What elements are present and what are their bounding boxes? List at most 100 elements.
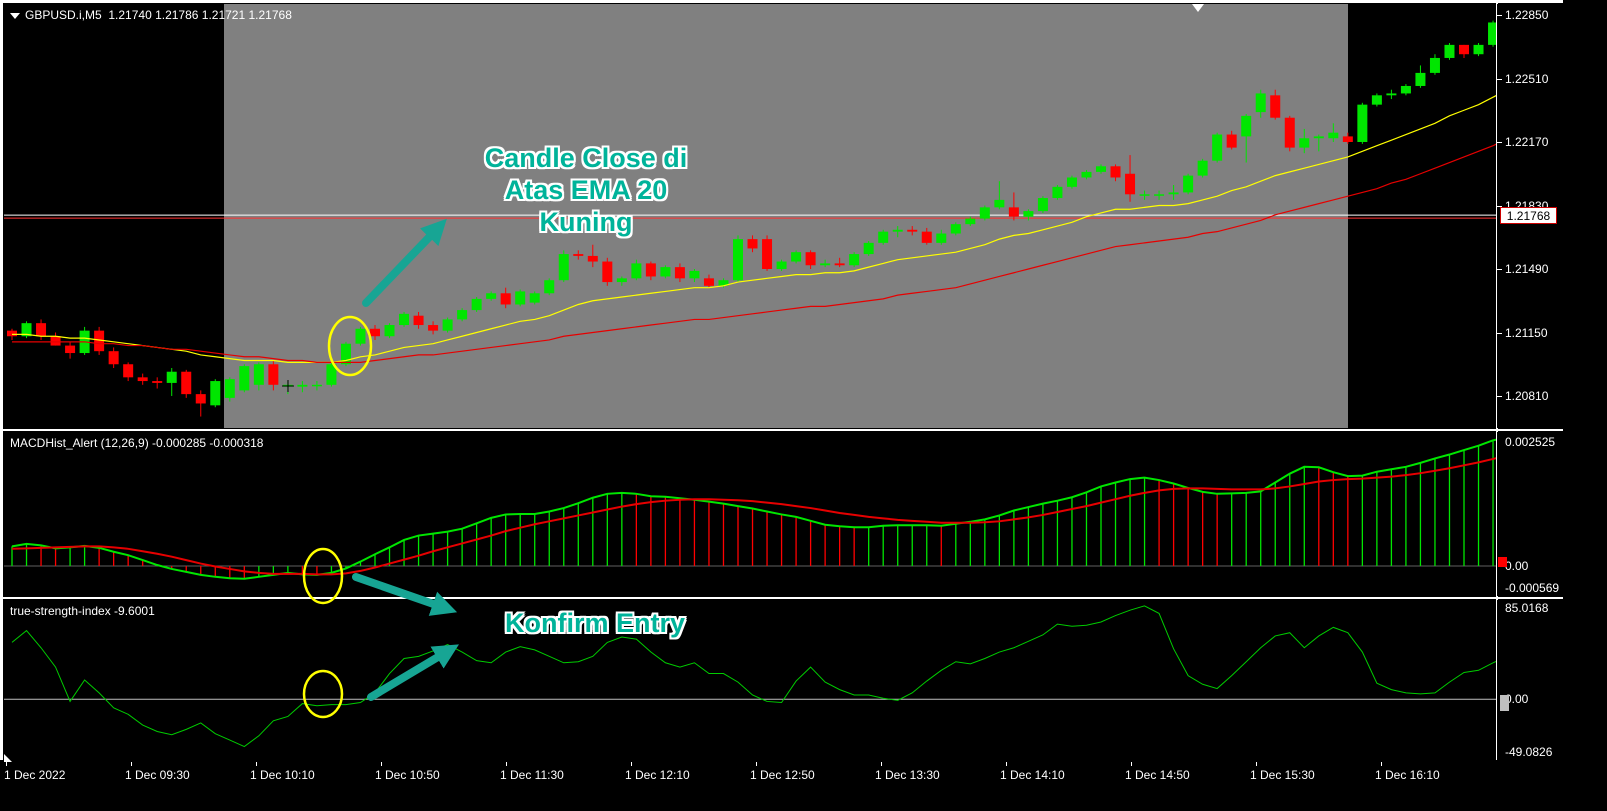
candle-body xyxy=(195,394,206,404)
candle-body xyxy=(50,336,61,346)
candle-body xyxy=(1429,57,1440,73)
candle-body xyxy=(805,252,816,266)
time-axis-label: 1 Dec 09:30 xyxy=(125,768,190,782)
macd-axis[interactable]: 0.002525 0.00 -0.000569 xyxy=(1497,432,1563,596)
candle-body xyxy=(399,313,410,326)
candle-body xyxy=(965,218,976,225)
ema-annotation-line: Kuning xyxy=(539,207,633,237)
candle-body xyxy=(326,364,337,385)
time-axis-label: 1 Dec 2022 xyxy=(4,768,66,782)
candle-body xyxy=(7,330,17,337)
time-tick xyxy=(881,762,882,766)
panel-separator xyxy=(0,0,1563,3)
candle-body xyxy=(370,328,380,337)
candle-body xyxy=(1357,104,1368,142)
time-tick xyxy=(756,762,757,766)
candle-body xyxy=(36,323,47,337)
panel-separator[interactable] xyxy=(0,597,1563,599)
time-tick xyxy=(256,762,257,766)
time-tick xyxy=(1006,762,1007,766)
candle-body xyxy=(674,267,685,279)
candle-body xyxy=(631,263,642,279)
candle-body xyxy=(616,278,627,283)
price-axis-label: 1.22170 xyxy=(1505,135,1549,149)
time-tick xyxy=(1381,762,1382,766)
tsi-axis-label: -49.0826 xyxy=(1505,745,1553,759)
candle-body xyxy=(660,267,671,277)
candle-body xyxy=(1415,72,1426,86)
candle-body xyxy=(253,364,264,385)
candle-body xyxy=(108,351,119,365)
candle-body xyxy=(1270,95,1281,118)
current-price-tag: 1.21768 xyxy=(1500,207,1557,224)
tsi-axis-label: 85.0168 xyxy=(1505,601,1549,615)
candle-body xyxy=(239,366,250,391)
time-axis-label: 1 Dec 12:50 xyxy=(750,768,815,782)
candle-body xyxy=(791,252,802,262)
candle-body xyxy=(689,270,700,279)
macd-title: MACDHist_Alert (12,26,9) -0.000285 -0.00… xyxy=(10,436,264,450)
candle-body xyxy=(1284,117,1295,148)
candle-body xyxy=(950,224,961,234)
candle-body xyxy=(413,315,424,326)
tsi-panel[interactable]: true-strength-index -9.6001 xyxy=(4,600,1497,760)
price-chart-svg xyxy=(4,4,1497,428)
candle-body xyxy=(515,291,526,305)
price-chart-panel[interactable]: GBPUSD.i,M5 1.21740 1.21786 1.21721 1.21… xyxy=(4,4,1497,428)
candle-body xyxy=(137,377,148,382)
candle-body xyxy=(500,293,511,305)
macd-panel[interactable]: MACDHist_Alert (12,26,9) -0.000285 -0.00… xyxy=(4,432,1497,596)
candle-body xyxy=(776,261,787,269)
corner-marker-icon xyxy=(4,754,12,762)
candle-body xyxy=(1342,136,1353,142)
candle-body xyxy=(645,263,656,277)
candle-body xyxy=(355,328,366,344)
candle-body xyxy=(457,310,468,320)
candle-body xyxy=(471,298,482,311)
candle-body xyxy=(1023,211,1034,217)
ema-annotation: Candle Close di Atas EMA 20 Kuning xyxy=(455,142,717,238)
time-tick xyxy=(1131,762,1132,766)
price-axis-label: 1.21150 xyxy=(1505,325,1548,340)
candle-body xyxy=(994,199,1005,208)
candle-body xyxy=(849,254,860,266)
macd-axis-label: 0.002525 xyxy=(1505,435,1556,449)
price-tick xyxy=(1497,15,1502,16)
candle-body xyxy=(921,231,932,243)
candle-body xyxy=(602,261,613,283)
candle-body xyxy=(1052,186,1063,199)
symbol-label: GBPUSD.i,M5 xyxy=(25,8,102,22)
tsi-axis[interactable]: 85.0168 0.00 -49.0826 xyxy=(1497,600,1563,760)
confirm-entry-annotation: Konfirm Entry xyxy=(504,608,685,638)
price-tick xyxy=(1497,332,1502,334)
macd-signal-line xyxy=(11,456,1497,576)
time-axis[interactable]: 1 Dec 2022 1 Dec 09:30 1 Dec 10:10 1 Dec 10… xyxy=(0,754,1563,790)
ohlc-readout: 1.21740 1.21786 1.21721 1.21768 xyxy=(108,8,292,22)
candle-body xyxy=(1168,192,1179,195)
candle-body xyxy=(1255,93,1266,113)
panel-separator[interactable] xyxy=(0,429,1563,431)
candle-body xyxy=(282,384,293,387)
candle-body xyxy=(181,371,192,395)
candle-body xyxy=(979,207,990,219)
candle-body xyxy=(1371,95,1382,105)
candle-body xyxy=(529,293,540,303)
price-axis-label: 1.21490 xyxy=(1505,262,1549,276)
price-axis-label: 1.22510 xyxy=(1505,71,1549,86)
candle-body xyxy=(1154,194,1165,196)
dropdown-triangle-icon[interactable] xyxy=(10,12,20,19)
candle-body xyxy=(820,263,831,266)
price-axis-label: 1.20810 xyxy=(1505,389,1549,403)
candle-body xyxy=(65,345,76,354)
time-axis-label: 1 Dec 10:50 xyxy=(375,768,440,782)
price-tick xyxy=(1497,78,1502,80)
candle-body xyxy=(544,280,555,294)
candle-body xyxy=(1473,44,1484,55)
time-tick xyxy=(1256,762,1257,766)
tsi-zero-marker xyxy=(1500,695,1509,711)
candle-body xyxy=(384,325,395,337)
ema-annotation-line: Candle Close di xyxy=(484,143,688,173)
frame-border-left xyxy=(0,0,3,760)
time-tick xyxy=(381,762,382,766)
time-tick xyxy=(131,762,132,766)
